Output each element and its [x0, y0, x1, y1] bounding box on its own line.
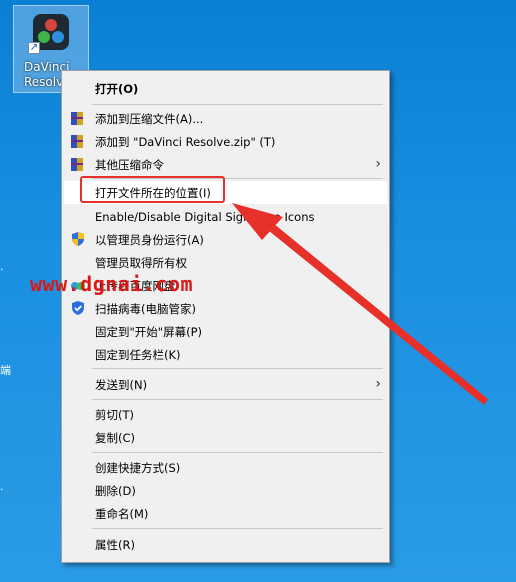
watermark-text: www.dgnai.com: [30, 272, 194, 296]
